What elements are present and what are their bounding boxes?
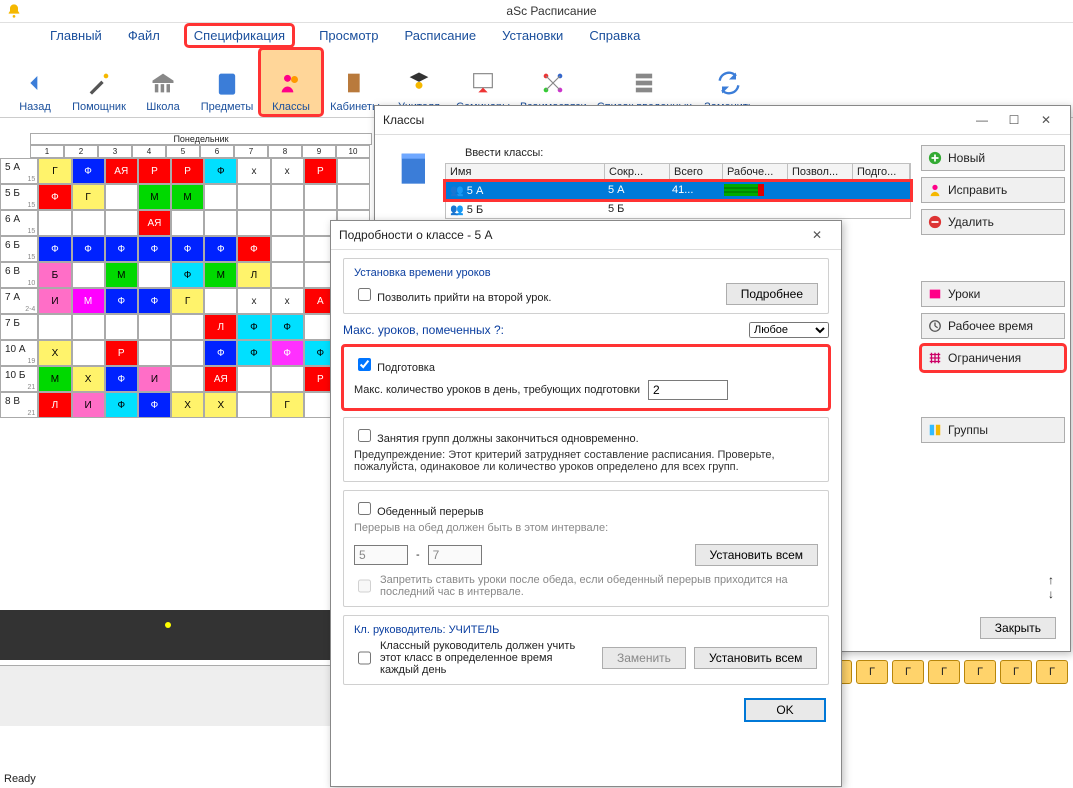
lunch-from xyxy=(354,545,408,565)
status-bar: Ready xyxy=(4,773,36,785)
lunch-check[interactable]: Обеденный перерыв xyxy=(354,506,484,518)
menu-settings[interactable]: Установки xyxy=(502,28,563,43)
classes-table-header: Имя Сокр... Всего Рабоче... Позвол... По… xyxy=(445,163,911,181)
menu-home[interactable]: Главный xyxy=(50,28,102,43)
allow-second-lesson[interactable]: Позволить прийти на второй урок. xyxy=(354,285,551,304)
move-up-button[interactable]: ↑ xyxy=(1048,573,1054,587)
slot[interactable]: Г xyxy=(964,660,996,684)
prep-group: Подготовка Макс. количество уроков в ден… xyxy=(343,346,829,409)
rb-subjects[interactable]: Предметы xyxy=(196,49,258,115)
groups-end-check[interactable]: Занятия групп должны закончиться одновре… xyxy=(354,433,639,445)
lunch-checkbox[interactable] xyxy=(358,502,371,515)
slot[interactable]: Г xyxy=(1036,660,1068,684)
forbid-after-checkbox xyxy=(358,577,371,595)
new-button[interactable]: Новый xyxy=(921,145,1065,171)
menu-view[interactable]: Просмотр xyxy=(319,28,378,43)
edit-button[interactable]: Исправить xyxy=(921,177,1065,203)
lessons-button[interactable]: Уроки xyxy=(921,281,1065,307)
groups-button[interactable]: Группы xyxy=(921,417,1065,443)
head-teacher-checkbox[interactable] xyxy=(358,643,371,673)
menu-help[interactable]: Справка xyxy=(589,28,640,43)
slot[interactable]: Г xyxy=(856,660,888,684)
groups-end-warning: Предупреждение: Этот критерий затрудняет… xyxy=(354,449,818,473)
replace-teacher-button: Заменить xyxy=(602,647,686,669)
grid-day-header: Понедельник xyxy=(30,133,372,145)
lunch-group: Обеденный перерыв Перерыв на обед должен… xyxy=(343,490,829,607)
details-close-button[interactable]: ✕ xyxy=(801,224,833,246)
class-row-5b[interactable]: 👥 5 Б 5 Б xyxy=(445,200,911,219)
book-icon xyxy=(395,147,435,187)
delete-button[interactable]: Удалить xyxy=(921,209,1065,235)
move-down-button[interactable]: ↓ xyxy=(1048,587,1054,601)
head-teacher-group: Кл. руководитель: УЧИТЕЛЬ Классный руков… xyxy=(343,615,829,685)
constraints-button[interactable]: Ограничения xyxy=(921,345,1065,371)
rb-wizard[interactable]: Помощник xyxy=(68,49,130,115)
menu-sched[interactable]: Расписание xyxy=(404,28,476,43)
rb-back[interactable]: Назад xyxy=(4,49,66,115)
max-prep-label: Макс. количество уроков в день, требующи… xyxy=(354,384,640,396)
allow-second-checkbox[interactable] xyxy=(358,288,371,301)
maximize-button[interactable]: ☐ xyxy=(998,109,1030,131)
prep-checkbox[interactable] xyxy=(358,358,371,371)
menubar: Главный Файл Спецификация Просмотр Распи… xyxy=(0,23,1073,47)
max-marked-select[interactable]: Любое xyxy=(749,322,829,338)
more-button[interactable]: Подробнее xyxy=(726,283,818,305)
ok-button[interactable]: OK xyxy=(745,699,825,721)
close-classes-button[interactable]: Закрыть xyxy=(980,617,1056,639)
lunch-hint: Перерыв на обед должен быть в этом интер… xyxy=(354,522,818,534)
details-dialog-title: Подробности о классе - 5 А xyxy=(339,228,493,242)
minimize-button[interactable]: ― xyxy=(966,109,998,131)
slot[interactable]: Г xyxy=(1000,660,1032,684)
lunch-set-all-button[interactable]: Установить всем xyxy=(695,544,818,566)
head-teacher-check[interactable]: Классный руководитель должен учить этот … xyxy=(354,640,594,676)
worktime-button[interactable]: Рабочее время xyxy=(921,313,1065,339)
slot[interactable]: Г xyxy=(892,660,924,684)
forbid-after-check: Запретить ставить уроки после обеда, есл… xyxy=(354,574,818,598)
class-row-5a[interactable]: 👥 5 А 5 А 41... xyxy=(445,181,911,200)
time-setup-group: Установка времени уроков Позволить прийт… xyxy=(343,258,829,314)
groups-end-checkbox[interactable] xyxy=(358,429,371,442)
prep-check[interactable]: Подготовка xyxy=(354,362,435,374)
slot[interactable]: Г xyxy=(928,660,960,684)
class-details-dialog: Подробности о классе - 5 А ✕ Установка в… xyxy=(330,220,842,787)
classes-dialog-title: Классы xyxy=(383,113,424,127)
max-prep-input[interactable] xyxy=(648,380,728,400)
teacher-set-all-button[interactable]: Установить всем xyxy=(694,647,817,669)
menu-spec[interactable]: Спецификация xyxy=(186,25,293,46)
menu-file[interactable]: Файл xyxy=(128,28,160,43)
rb-classes[interactable]: Классы xyxy=(260,49,322,115)
app-title: aSc Расписание xyxy=(30,4,1073,18)
groups-end-group: Занятия групп должны закончиться одновре… xyxy=(343,417,829,482)
app-icon xyxy=(6,3,22,19)
timetable-grid: Понедельник 12345678910 5 А15ГФАЯРРФххР5… xyxy=(0,133,370,418)
close-button[interactable]: ✕ xyxy=(1030,109,1062,131)
lunch-to xyxy=(428,545,482,565)
rb-school[interactable]: Школа xyxy=(132,49,194,115)
max-marked-label: Макс. уроков, помеченных ?: xyxy=(343,323,504,337)
enter-classes-label: Ввести классы: xyxy=(465,147,911,159)
